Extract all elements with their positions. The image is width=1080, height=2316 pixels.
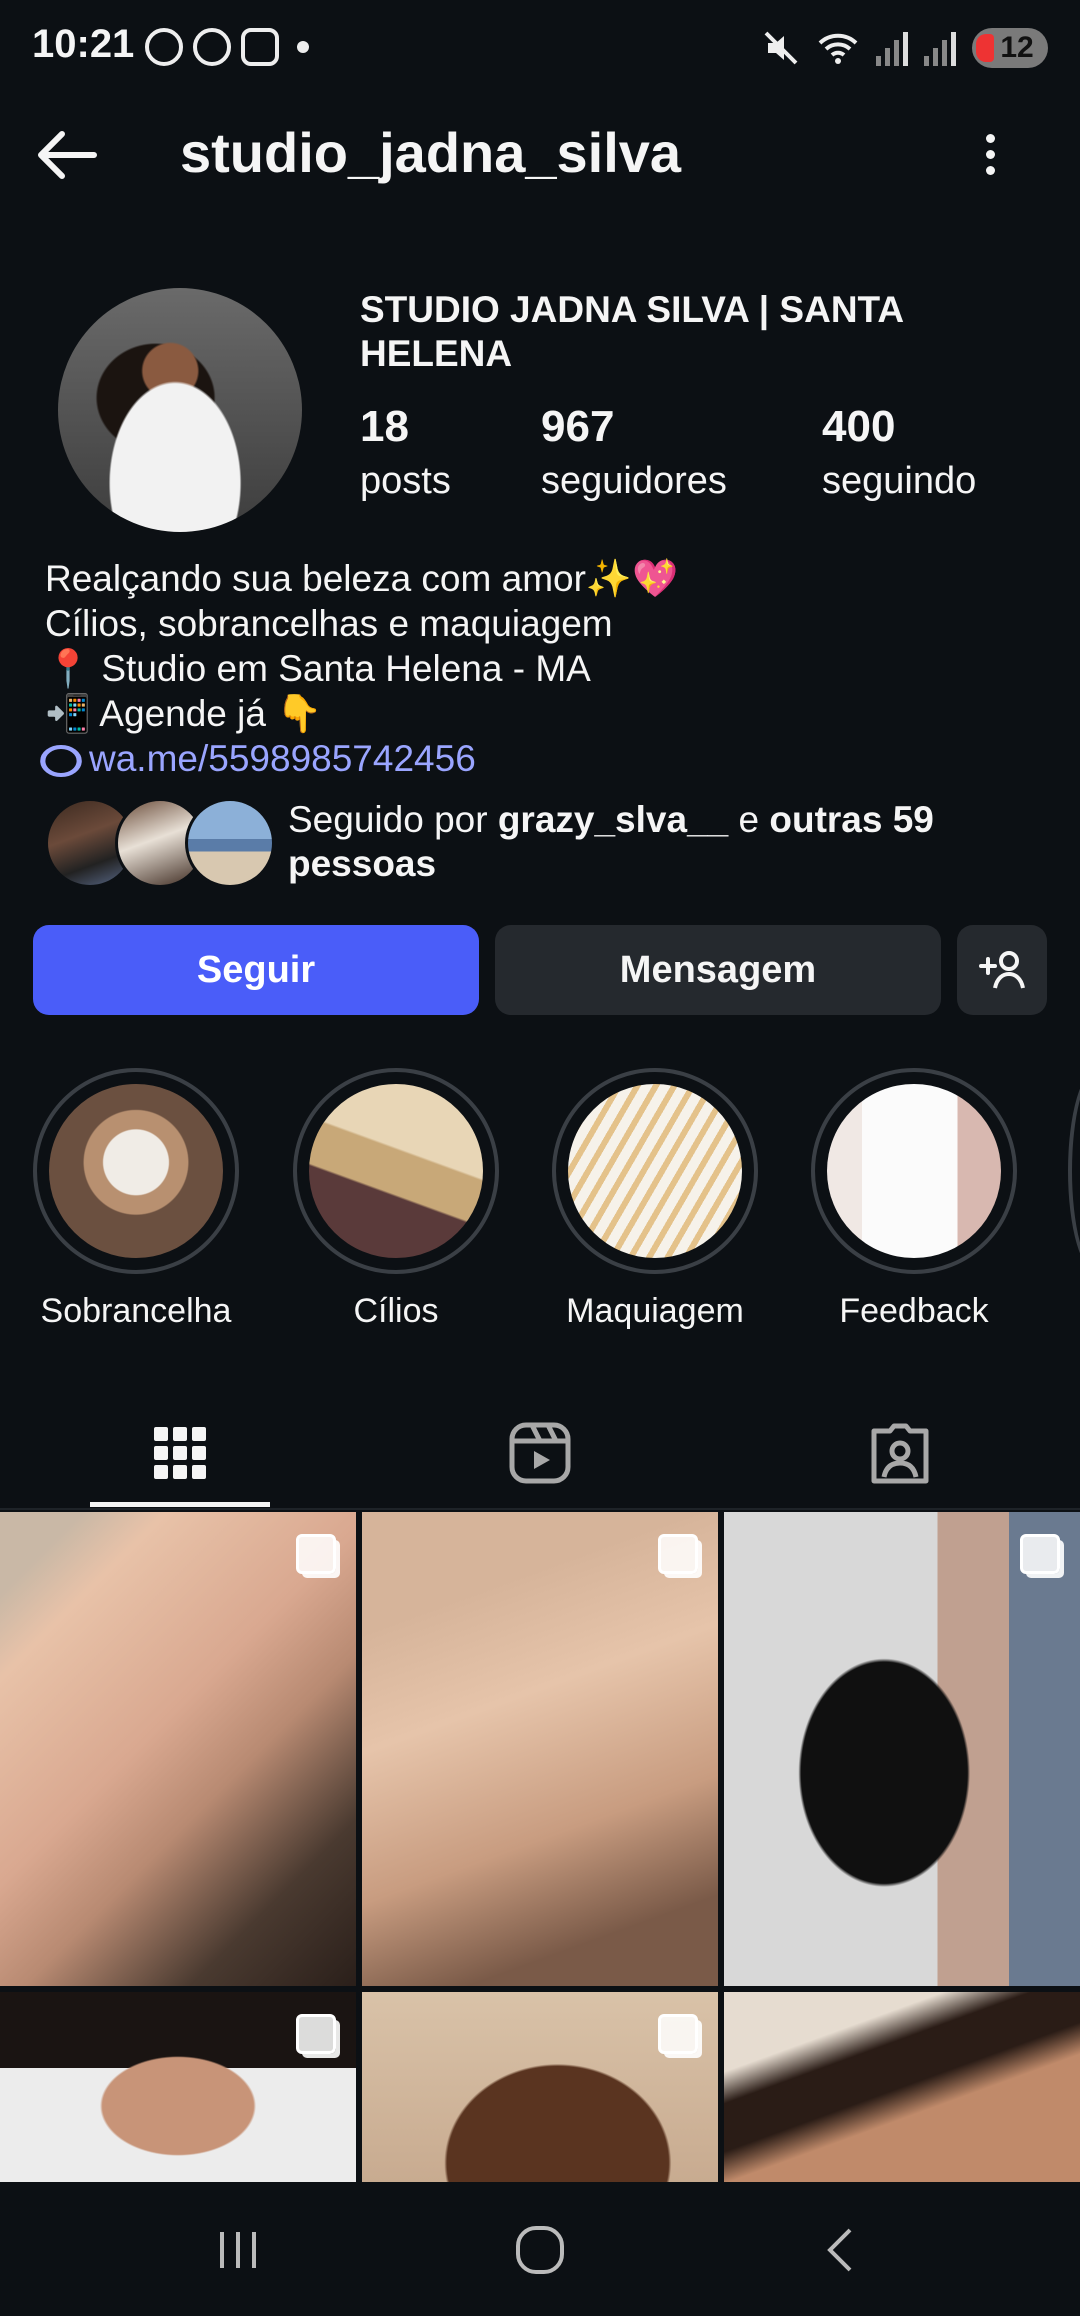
more-notifications-icon bbox=[297, 41, 309, 53]
post-thumbnail[interactable] bbox=[362, 1512, 718, 1986]
bio-link[interactable]: wa.me/5598985742456 bbox=[40, 736, 1045, 781]
tab-divider bbox=[0, 1508, 1080, 1510]
highlight-label: Cílios bbox=[353, 1292, 439, 1330]
stat-label: seguidores bbox=[541, 460, 727, 502]
home-icon bbox=[516, 2226, 564, 2274]
highlight-label: Sobrancelha bbox=[40, 1292, 232, 1330]
recents-icon bbox=[220, 2232, 256, 2268]
link-icon bbox=[40, 745, 82, 778]
tagged-icon bbox=[871, 1423, 929, 1484]
stat-label: seguindo bbox=[822, 460, 977, 502]
carousel-icon bbox=[658, 2014, 698, 2054]
tab-posts[interactable] bbox=[0, 1398, 360, 1508]
post-thumbnail[interactable] bbox=[724, 1512, 1080, 1986]
recent-apps-button[interactable] bbox=[198, 2220, 278, 2280]
carousel-icon bbox=[296, 2014, 336, 2054]
back-button[interactable] bbox=[802, 2220, 882, 2280]
carousel-icon bbox=[296, 1534, 336, 1574]
post-thumbnail[interactable] bbox=[362, 1992, 718, 2182]
reels-icon bbox=[509, 1422, 571, 1484]
message-button[interactable]: Mensagem bbox=[495, 925, 941, 1015]
tab-tagged[interactable] bbox=[720, 1398, 1080, 1508]
whatsapp-icon bbox=[145, 28, 183, 66]
post-thumbnail[interactable] bbox=[0, 1512, 356, 1986]
active-tab-indicator bbox=[90, 1502, 270, 1507]
bio-line: 📲 Agende já 👇 bbox=[45, 693, 323, 734]
highlight-label: Feedback bbox=[839, 1292, 989, 1330]
highlight-label: Maquiagem bbox=[566, 1292, 744, 1330]
add-person-icon bbox=[979, 951, 1025, 989]
bio-line: 📍 Studio em Santa Helena - MA bbox=[45, 648, 591, 689]
stat-value: 400 bbox=[822, 402, 896, 451]
carousel-icon bbox=[658, 1534, 698, 1574]
stat-value: 967 bbox=[541, 402, 615, 451]
highlight-cover bbox=[568, 1084, 742, 1258]
notification-icons bbox=[145, 28, 309, 66]
mute-icon bbox=[764, 31, 798, 65]
highlight-feedback[interactable]: Feedback bbox=[809, 1068, 1019, 1331]
highlight-cover bbox=[309, 1084, 483, 1258]
stat-following[interactable]: 400 seguindo bbox=[822, 402, 976, 503]
stat-label: posts bbox=[360, 460, 451, 502]
status-bar: 10:21 12 bbox=[0, 0, 1080, 100]
highlight-cover bbox=[827, 1084, 1001, 1258]
bio: Realçando sua beleza com amor✨💖 Cílios, … bbox=[40, 556, 1045, 781]
followed-by-text: Seguido por grazy_slva__ e outras 59 pes… bbox=[288, 799, 934, 884]
highlight-cilios[interactable]: Cílios bbox=[291, 1068, 501, 1331]
stat-followers[interactable]: 967 seguidores bbox=[541, 402, 727, 503]
bio-line: Realçando sua beleza com amor✨💖 bbox=[45, 558, 679, 599]
grid-icon bbox=[154, 1427, 206, 1479]
highlight-more[interactable] bbox=[1068, 1068, 1080, 1274]
highlight-cover bbox=[49, 1084, 223, 1258]
stat-value: 18 bbox=[360, 402, 409, 451]
follow-button[interactable]: Seguir bbox=[33, 925, 479, 1015]
highlight-sobrancelha[interactable]: Sobrancelha bbox=[31, 1068, 241, 1331]
tab-reels[interactable] bbox=[360, 1398, 720, 1508]
signal-icon bbox=[924, 30, 956, 66]
battery-indicator: 12 bbox=[972, 28, 1048, 68]
wifi-icon bbox=[818, 33, 858, 64]
post-thumbnail[interactable] bbox=[0, 1992, 356, 2182]
carousel-icon bbox=[1020, 1534, 1060, 1574]
highlight-maquiagem[interactable]: Maquiagem bbox=[550, 1068, 760, 1331]
whatsapp-icon bbox=[193, 28, 231, 66]
post-thumbnail[interactable] bbox=[724, 1992, 1080, 2182]
bio-line: Cílios, sobrancelhas e maquiagem bbox=[45, 603, 613, 644]
stat-posts[interactable]: 18 posts bbox=[360, 402, 451, 503]
status-time: 10:21 bbox=[32, 22, 135, 66]
page-title: studio_jadna_silva bbox=[180, 121, 682, 184]
more-options-icon[interactable] bbox=[975, 128, 1005, 180]
system-icons: 12 bbox=[762, 28, 1048, 68]
back-arrow-icon[interactable] bbox=[32, 120, 102, 190]
profile-name: STUDIO JADNA SILVA | SANTA HELENA bbox=[360, 289, 903, 374]
home-button[interactable] bbox=[500, 2220, 580, 2280]
follower-avatar bbox=[185, 798, 275, 888]
back-icon bbox=[827, 2228, 852, 2272]
avatar[interactable] bbox=[58, 288, 302, 532]
signal-icon bbox=[876, 30, 908, 66]
followed-by-user: grazy_slva__ bbox=[497, 799, 729, 840]
suggested-users-button[interactable] bbox=[957, 925, 1047, 1015]
bio-link-text: wa.me/5598985742456 bbox=[89, 738, 476, 779]
instagram-icon bbox=[241, 28, 279, 66]
